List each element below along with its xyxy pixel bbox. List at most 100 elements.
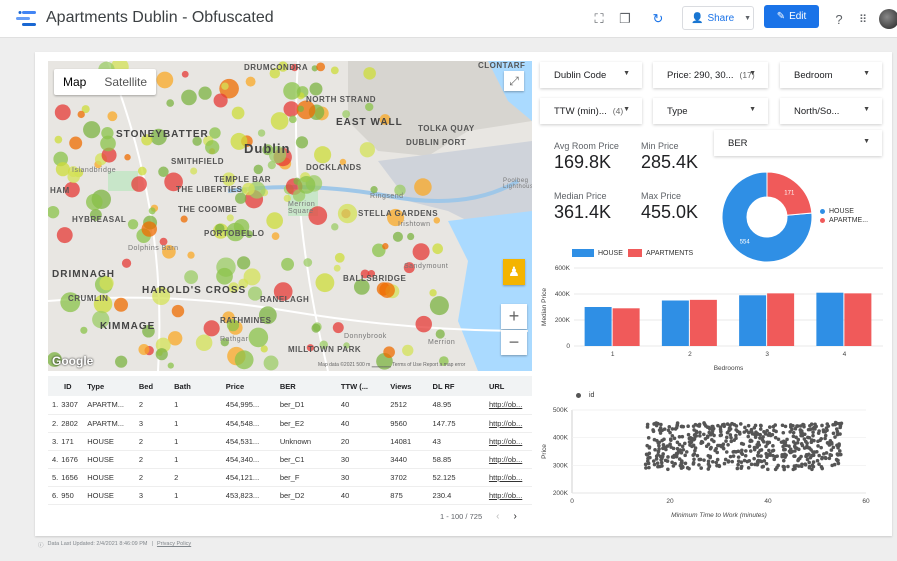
filter-type[interactable]: Type ▼ [653, 98, 768, 124]
column-header[interactable]: TTW (... [336, 376, 387, 396]
price-bubble[interactable] [226, 214, 234, 222]
prev-page-icon[interactable]: ‹ [496, 511, 499, 522]
price-bubble[interactable] [237, 256, 251, 270]
privacy-policy-link[interactable]: Privacy Policy [157, 541, 191, 549]
filter-north-south[interactable]: North/So... ▼ [780, 98, 882, 124]
bar[interactable] [816, 292, 844, 346]
price-bubble[interactable] [138, 343, 150, 355]
price-bubble[interactable] [309, 82, 323, 96]
price-bubble[interactable] [205, 140, 220, 155]
price-bubble[interactable] [248, 327, 269, 348]
avatar[interactable] [879, 9, 897, 29]
price-bubble[interactable] [311, 323, 321, 333]
price-bubble[interactable] [414, 178, 432, 196]
price-bubble[interactable] [271, 232, 280, 241]
bar[interactable] [584, 307, 612, 346]
price-bubble[interactable] [124, 154, 131, 161]
price-bubble[interactable] [55, 162, 70, 177]
price-bubble[interactable] [315, 273, 335, 293]
price-bubble[interactable] [303, 258, 313, 267]
price-bubble[interactable] [270, 112, 289, 130]
column-header[interactable]: ID [48, 376, 84, 396]
price-bubble[interactable] [77, 110, 85, 119]
price-bubble[interactable] [266, 212, 284, 229]
price-bubble[interactable] [333, 264, 341, 272]
price-bubble[interactable] [69, 136, 83, 150]
bar[interactable] [844, 293, 872, 346]
price-bubble[interactable] [181, 70, 189, 78]
filter-bedroom[interactable]: Bedroom ▼ [780, 62, 882, 88]
price-bubble[interactable] [283, 101, 300, 117]
table-row[interactable]: 2. 2802 APARTM... 3 1 454,548... ber_E2 40 9560 1… [48, 414, 532, 433]
price-bubble[interactable] [382, 243, 389, 250]
help-icon[interactable]: ? [829, 9, 849, 29]
table-row[interactable]: 4. 1676 HOUSE 2 1 454,340... ber_C1 30 3440 58.85… [48, 450, 532, 469]
next-page-icon[interactable]: › [513, 511, 516, 522]
price-bubble[interactable] [234, 350, 254, 370]
edit-button[interactable]: ✎ Edit [764, 5, 819, 28]
apps-grid-icon[interactable]: ⠿ [853, 9, 873, 29]
price-bubble[interactable] [80, 326, 88, 334]
price-bubble[interactable] [281, 257, 295, 271]
refresh-icon[interactable]: ↻ [648, 9, 668, 29]
tab-satellite[interactable]: Satellite [95, 69, 156, 95]
pegman-icon[interactable]: ♟ [503, 259, 525, 285]
column-header[interactable]: Views [386, 376, 429, 396]
zoom-out-button[interactable]: − [501, 330, 527, 355]
price-bubble[interactable] [190, 167, 198, 175]
price-bubble[interactable] [107, 111, 118, 122]
price-bubble[interactable] [187, 251, 195, 259]
price-bubble[interactable] [83, 121, 101, 139]
column-header[interactable]: Price [221, 376, 276, 396]
price-bubble[interactable] [167, 362, 174, 369]
price-vs-ttw-scatter[interactable]: 200K 300K 400K 500K 0 20 40 60 Minimum Time to W… [538, 400, 888, 525]
table-cell[interactable]: http://ob... [484, 450, 532, 469]
price-bubble[interactable] [195, 334, 213, 352]
price-bubble[interactable] [429, 289, 437, 297]
column-header[interactable]: BER [275, 376, 337, 396]
price-bubble[interactable] [155, 348, 168, 361]
price-bubble[interactable] [415, 315, 432, 333]
price-bubble[interactable] [379, 282, 395, 298]
price-bubble[interactable] [166, 99, 175, 107]
median-price-bar-chart[interactable]: 0 200K 400K 600K 1 2 3 4 Bedrooms Median Price [538, 258, 888, 378]
price-bubble[interactable] [131, 176, 147, 192]
price-bubble[interactable] [54, 135, 63, 144]
map-attribution[interactable]: Map data ©2021 500 m ▁▁▁▁▁ Terms of Use … [318, 362, 465, 368]
price-bubble[interactable] [213, 93, 228, 108]
bar[interactable] [739, 295, 767, 346]
filter-ber[interactable]: BER ▼ [714, 130, 882, 156]
table-row[interactable]: 5. 1656 HOUSE 2 2 454,121... ber_F 30 3702 52.125… [48, 468, 532, 487]
price-bubble[interactable] [297, 176, 316, 194]
price-bubble[interactable] [432, 243, 443, 255]
price-bubble[interactable] [148, 207, 156, 215]
price-bubble[interactable] [180, 215, 188, 223]
price-bubble[interactable] [263, 355, 279, 371]
price-bubble[interactable] [359, 142, 375, 158]
price-bubble[interactable] [297, 105, 304, 112]
bar[interactable] [767, 293, 795, 346]
column-header[interactable]: Bath [170, 376, 222, 396]
price-bubble[interactable] [137, 166, 147, 176]
price-bubble[interactable] [392, 231, 403, 242]
report-title[interactable]: Apartments Dublin - Obfuscated [46, 9, 274, 27]
bubble-map[interactable]: Map Satellite ⤢ ♟ + − DRUMCONDRA CLONTAR… [48, 61, 532, 371]
price-bubble[interactable] [121, 258, 132, 268]
price-bubble[interactable] [429, 296, 449, 316]
price-bubble[interactable] [253, 164, 264, 175]
share-button[interactable]: 👤 Share ▼ [682, 6, 754, 30]
column-header[interactable]: Bed [134, 376, 171, 396]
price-bubble[interactable] [203, 320, 220, 337]
price-bubble[interactable] [221, 82, 229, 90]
price-bubble[interactable] [235, 192, 247, 204]
price-bubble[interactable] [245, 76, 256, 87]
price-bubble[interactable] [295, 136, 309, 149]
price-bubble[interactable] [330, 66, 339, 75]
tab-map[interactable]: Map [54, 69, 95, 95]
price-bubble[interactable] [288, 115, 297, 124]
bar[interactable] [612, 308, 640, 346]
price-bubble[interactable] [337, 203, 358, 224]
price-bubble[interactable] [363, 67, 376, 80]
column-header[interactable]: URL [484, 376, 532, 396]
price-bubble[interactable] [435, 329, 445, 339]
